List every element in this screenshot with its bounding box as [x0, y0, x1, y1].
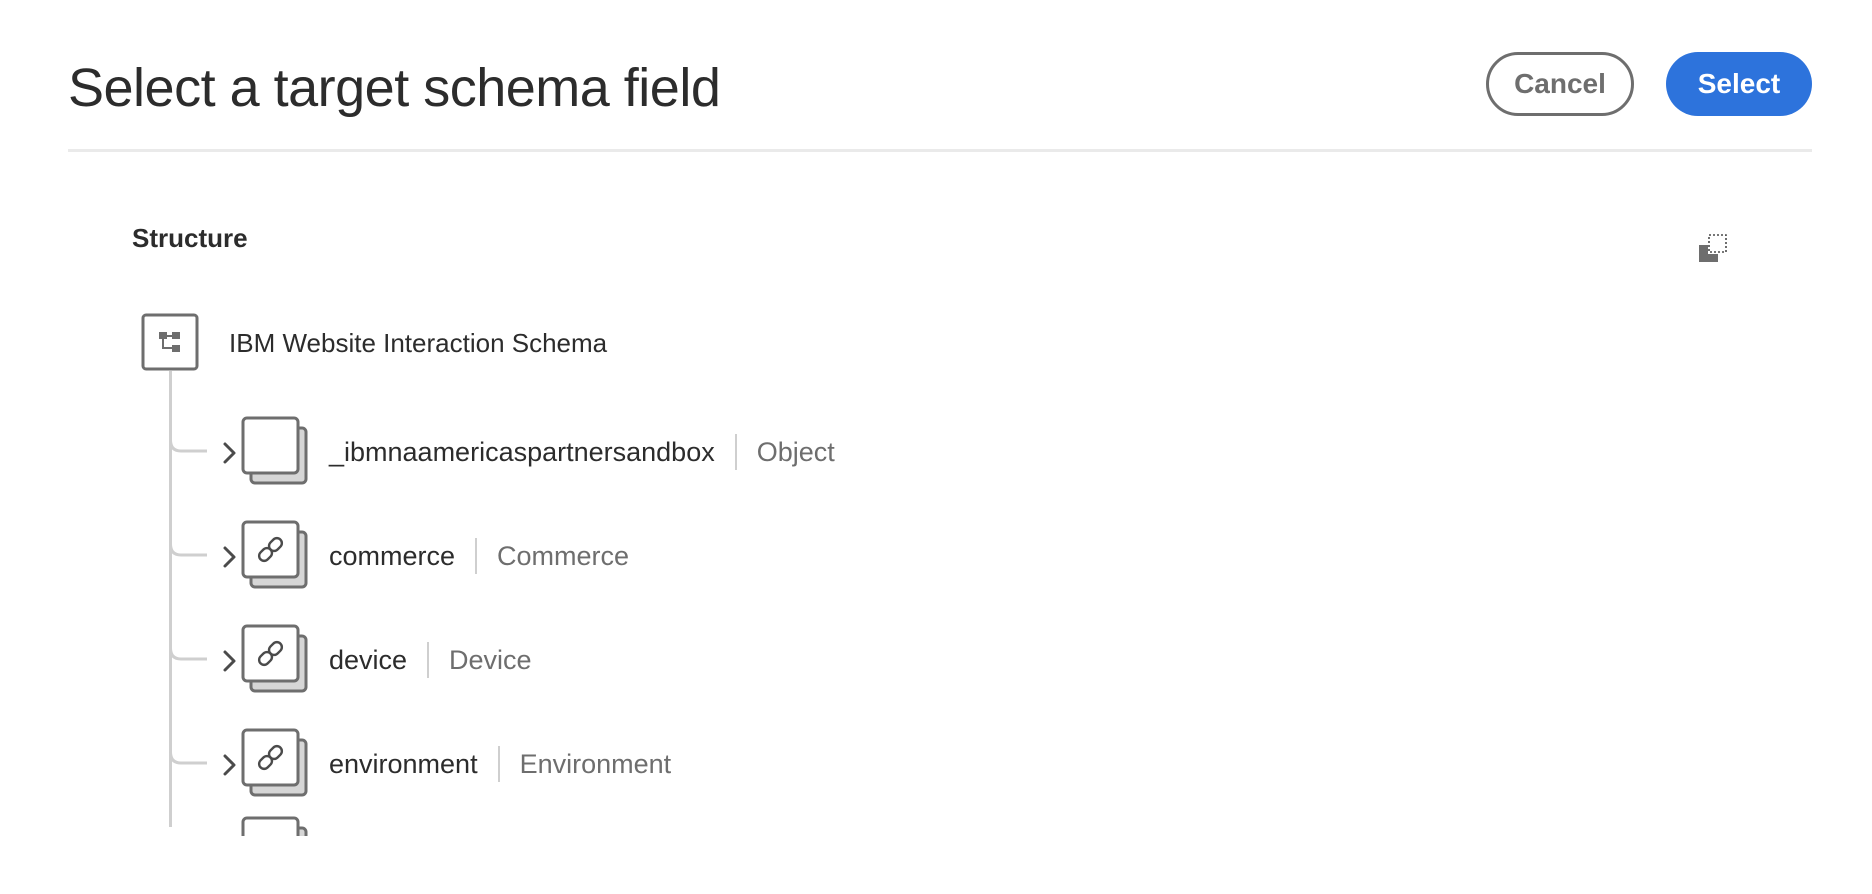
tree-branch-line: [169, 416, 207, 453]
link-icon: [241, 728, 308, 797]
field-type: Commerce: [497, 541, 630, 571]
tree-branch-line: [169, 624, 207, 661]
field-separator: [475, 538, 478, 574]
field-separator: [497, 746, 500, 782]
chevron-right-icon[interactable]: [217, 752, 243, 778]
field-type: Environment: [519, 749, 672, 779]
field-name: environment: [329, 749, 478, 779]
schema-tree-icon: [141, 313, 199, 371]
select-button[interactable]: Select: [1666, 52, 1812, 116]
chevron-right-icon[interactable]: [217, 544, 243, 570]
structure-heading: Structure: [132, 223, 248, 253]
field-separator: [427, 642, 430, 678]
header-divider: [68, 149, 1812, 152]
field-type: Object: [756, 437, 835, 467]
fit-to-view-icon[interactable]: [1696, 232, 1732, 266]
schema-root-label[interactable]: IBM Website Interaction Schema: [229, 325, 607, 361]
field-name: device: [329, 645, 408, 675]
dialog-title: Select a target schema field: [68, 58, 721, 118]
chevron-right-icon[interactable]: [217, 648, 243, 674]
field-separator: [734, 434, 737, 470]
tree-row[interactable]: _ibmnaamericaspartnersandbox Object: [169, 416, 1069, 490]
object-icon: [241, 416, 308, 485]
field-type: Device: [449, 645, 532, 675]
link-icon: [241, 624, 308, 693]
tree-row[interactable]: commerce Commerce: [169, 520, 1069, 594]
cancel-button[interactable]: Cancel: [1486, 52, 1634, 116]
chevron-right-icon[interactable]: [217, 440, 243, 466]
tree-branch-line: [169, 520, 207, 557]
tree-row[interactable]: device Device: [169, 624, 1069, 698]
field-name: commerce: [329, 541, 456, 571]
tree-row[interactable]: environment Environment: [169, 728, 1069, 802]
field-name: _ibmnaamericaspartnersandbox: [329, 437, 715, 467]
tree-branch-line: [169, 728, 207, 765]
object-icon: [241, 816, 309, 836]
link-icon: [241, 520, 308, 589]
